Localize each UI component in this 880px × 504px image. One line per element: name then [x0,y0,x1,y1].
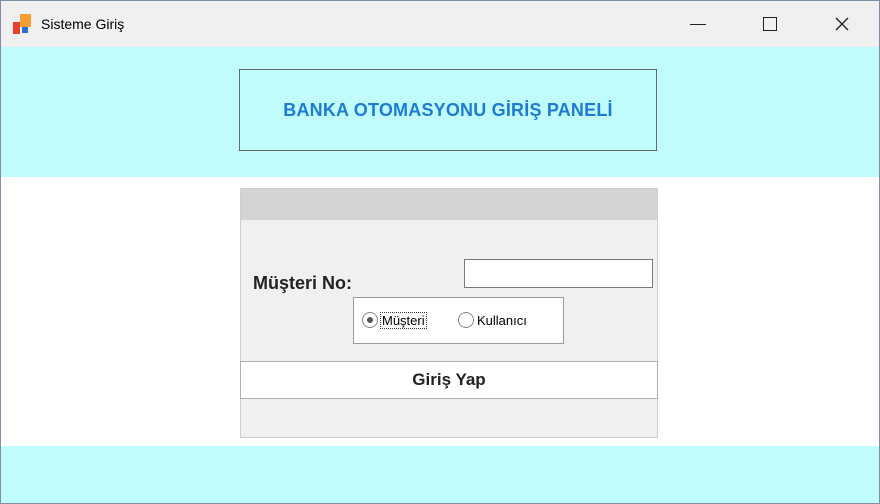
maximize-button[interactable] [747,1,793,47]
minimize-button[interactable] [675,1,721,47]
radio-musteri[interactable]: Müşteri [362,311,427,329]
radio-kullanici[interactable]: Kullanıcı [458,312,527,328]
panel-header-strip [241,189,657,220]
page-title: BANKA OTOMASYONU GİRİŞ PANELİ [283,99,613,120]
customer-no-label: Müşteri No: [253,273,352,293]
radio-checked-icon[interactable] [362,312,378,328]
app-icon [13,14,33,34]
window-title: Sisteme Giriş [41,16,125,32]
radio-kullanici-label: Kullanıcı [477,312,527,328]
title-bar[interactable]: Sisteme Giriş [1,1,879,47]
login-window: Sisteme Giriş BANKA OTOMASYONU GİRİŞ PAN… [0,0,880,504]
login-button[interactable]: Giriş Yap [240,361,658,399]
role-radio-group: Müşteri Kullanıcı [353,297,564,344]
close-icon [835,17,849,31]
login-panel: Müşteri No: Müşteri Kullanıcı Giriş Yap [240,188,658,438]
customer-no-input[interactable] [464,259,653,288]
maximize-icon [763,17,777,31]
bottom-banner [1,446,879,503]
radio-musteri-label: Müşteri [380,311,427,329]
header-panel: BANKA OTOMASYONU GİRİŞ PANELİ [239,69,657,151]
close-button[interactable] [819,1,865,47]
radio-unchecked-icon[interactable] [458,312,474,328]
minimize-icon [690,23,706,25]
